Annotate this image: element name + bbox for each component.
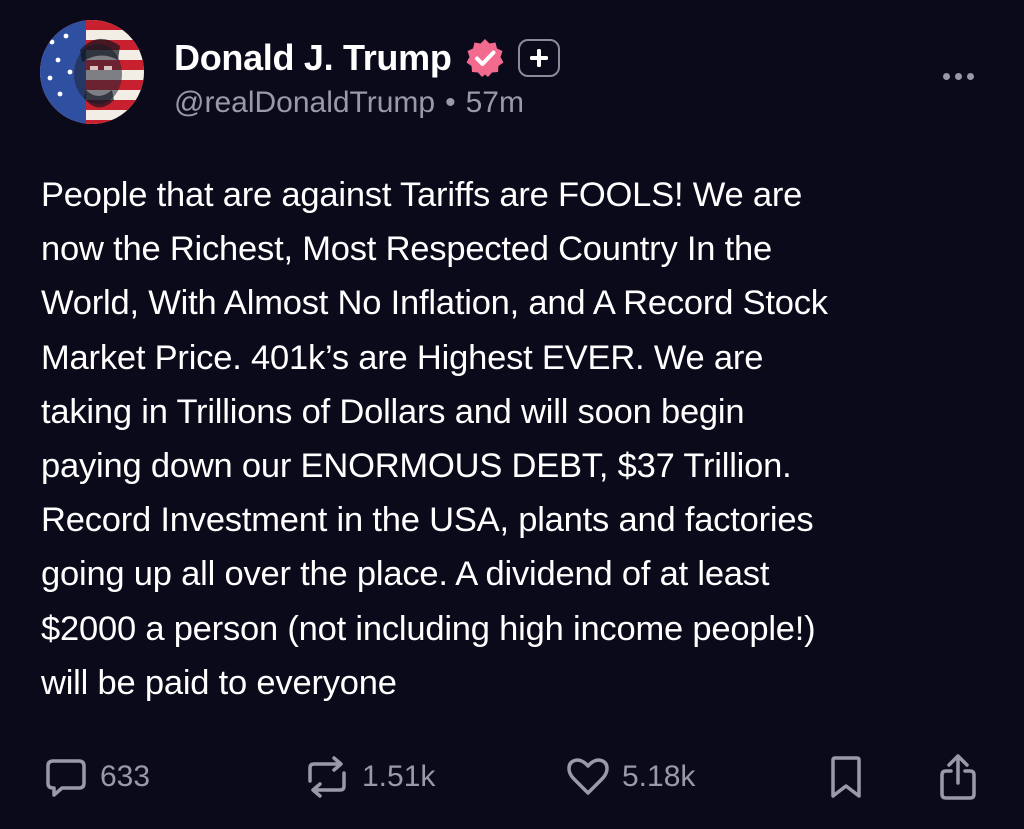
more-options-button[interactable] xyxy=(932,66,984,86)
more-dots-icon xyxy=(954,72,962,80)
reply-count: 633 xyxy=(100,760,151,793)
handle-row: @realDonaldTrump • 57m xyxy=(174,86,524,120)
like-button[interactable]: 5.18k xyxy=(566,752,695,802)
share-icon xyxy=(940,754,976,800)
heart-icon xyxy=(567,758,609,795)
repost-button[interactable]: 1.51k xyxy=(304,752,435,802)
share-button[interactable] xyxy=(938,752,978,802)
post-header: Donald J. Trump @realDonaldTrump • 57m xyxy=(40,20,984,130)
avatar[interactable] xyxy=(40,20,144,124)
verified-badge-icon xyxy=(464,37,506,79)
separator-dot: • xyxy=(445,86,456,119)
action-bar: 633 1.51k 5.18k xyxy=(44,752,984,802)
repost-icon xyxy=(308,756,346,798)
reply-button[interactable]: 633 xyxy=(44,752,150,802)
repost-count: 1.51k xyxy=(362,760,436,793)
like-count: 5.18k xyxy=(622,760,696,793)
post-text: People that are against Tariffs are FOOL… xyxy=(41,176,828,702)
more-dots-icon xyxy=(942,72,950,80)
user-handle[interactable]: @realDonaldTrump xyxy=(174,86,435,119)
bookmark-icon xyxy=(831,756,861,798)
post-timestamp[interactable]: 57m xyxy=(466,86,524,119)
bookmark-button[interactable] xyxy=(828,752,864,802)
more-dots-icon xyxy=(966,72,974,80)
reply-bubble-icon xyxy=(46,759,86,797)
follow-button[interactable] xyxy=(517,39,560,77)
plus-icon xyxy=(529,49,548,67)
display-name[interactable]: Donald J. Trump xyxy=(174,37,452,79)
flag-portrait-avatar-icon xyxy=(40,20,144,124)
name-row: Donald J. Trump xyxy=(174,36,560,80)
